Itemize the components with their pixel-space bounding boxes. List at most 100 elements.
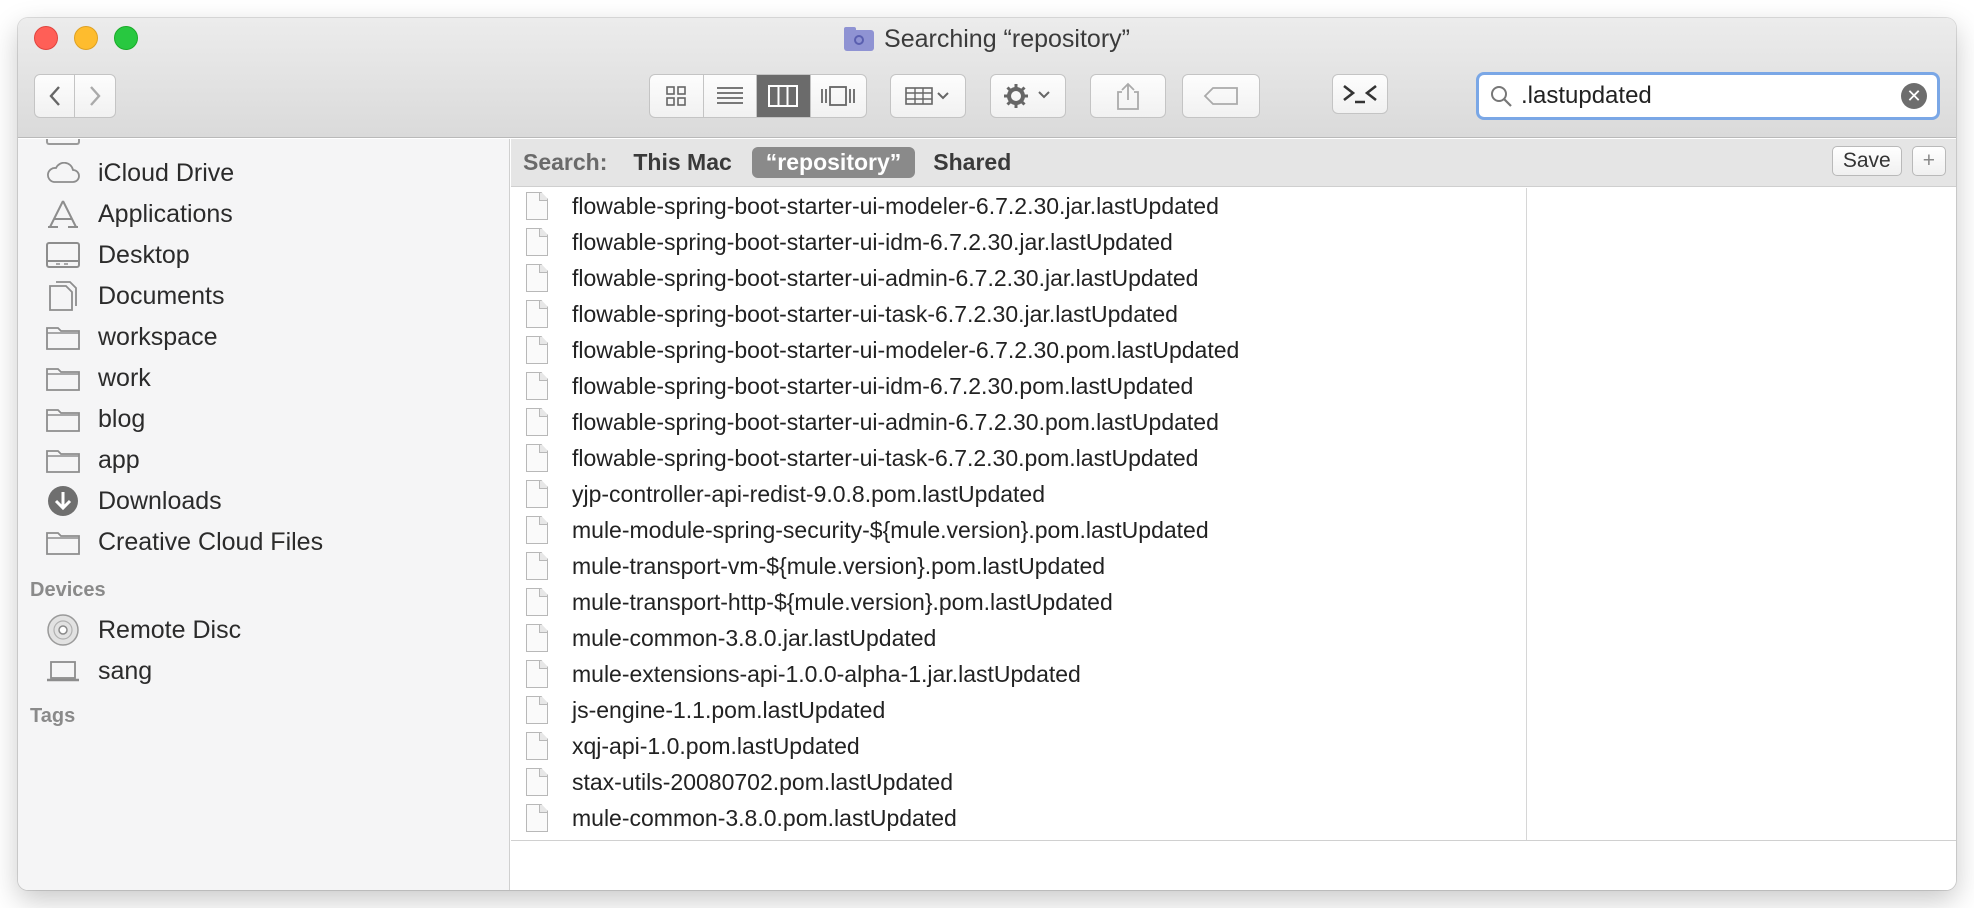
file-row[interactable]: mule-transport-http-${mule.version}.pom.… bbox=[511, 584, 1526, 620]
document-icon bbox=[526, 444, 548, 472]
document-icon bbox=[526, 480, 548, 508]
sidebar-item-label: Desktop bbox=[98, 240, 190, 269]
file-row[interactable]: flowable-spring-boot-starter-ui-admin-6.… bbox=[511, 404, 1526, 440]
file-row[interactable]: mule-common-3.8.0.pom.lastUpdated bbox=[511, 800, 1526, 836]
file-row[interactable]: flowable-spring-boot-starter-ui-task-6.7… bbox=[511, 440, 1526, 476]
add-criteria-button[interactable]: + bbox=[1911, 146, 1946, 176]
downloads-icon bbox=[46, 486, 80, 516]
disc-icon bbox=[46, 614, 80, 646]
arrange-button[interactable] bbox=[890, 74, 966, 118]
file-row[interactable]: flowable-spring-boot-starter-ui-idm-6.7.… bbox=[511, 368, 1526, 404]
chevron-right-icon bbox=[90, 86, 101, 106]
document-icon bbox=[526, 372, 548, 400]
file-name: flowable-spring-boot-starter-ui-admin-6.… bbox=[572, 408, 1219, 435]
folder-icon bbox=[46, 364, 80, 392]
window-title: Searching “repository” bbox=[884, 24, 1130, 53]
sidebar-item-label: work bbox=[98, 363, 151, 392]
list-view-button[interactable] bbox=[704, 75, 757, 117]
folder-icon bbox=[46, 446, 80, 474]
file-name: flowable-spring-boot-starter-ui-task-6.7… bbox=[572, 444, 1199, 471]
file-row[interactable]: flowable-spring-boot-starter-ui-admin-6.… bbox=[511, 260, 1526, 296]
file-name: flowable-spring-boot-starter-ui-modeler-… bbox=[572, 336, 1240, 363]
share-button[interactable] bbox=[1090, 74, 1166, 118]
document-icon bbox=[526, 624, 548, 652]
coverflow-view-button[interactable] bbox=[811, 75, 866, 117]
close-icon: ✕ bbox=[1906, 85, 1922, 106]
navigation-buttons bbox=[34, 74, 116, 118]
file-name: mule-common-3.8.0.jar.lastUpdated bbox=[572, 624, 937, 651]
search-icon bbox=[1491, 86, 1512, 107]
file-row[interactable]: xqj-api-1.0.pom.lastUpdated bbox=[511, 728, 1526, 764]
file-name: flowable-spring-boot-starter-ui-idm-6.7.… bbox=[572, 228, 1173, 255]
document-icon bbox=[526, 516, 548, 544]
document-icon bbox=[526, 732, 548, 760]
folder-icon bbox=[46, 139, 80, 145]
sidebar-item-documents[interactable]: Documents bbox=[18, 276, 509, 316]
clear-search-button[interactable]: ✕ bbox=[1901, 83, 1927, 109]
sidebar-item-remote-disc[interactable]: Remote Disc bbox=[18, 610, 509, 650]
sidebar-item-sang[interactable]: sang bbox=[18, 651, 509, 691]
sidebar-item-label: Applications bbox=[98, 199, 233, 228]
sidebar-item-work[interactable]: work bbox=[18, 358, 509, 398]
file-row[interactable]: flowable-spring-boot-starter-ui-modeler-… bbox=[511, 332, 1526, 368]
scope-this-mac[interactable]: This Mac bbox=[633, 149, 731, 176]
file-name: js-engine-1.1.pom.lastUpdated bbox=[572, 696, 886, 723]
action-button[interactable] bbox=[990, 74, 1066, 118]
save-search-button[interactable]: Save bbox=[1831, 146, 1902, 176]
tags-button[interactable] bbox=[1182, 74, 1260, 118]
document-icon bbox=[526, 336, 548, 364]
document-icon bbox=[526, 768, 548, 796]
open-terminal-button[interactable] bbox=[1332, 74, 1388, 114]
sidebar-item-app[interactable]: app bbox=[18, 440, 509, 480]
toolbar: Searching “repository” .lastupdated ✕ bbox=[18, 18, 1956, 138]
file-row[interactable]: mule-transport-vm-${mule.version}.pom.la… bbox=[511, 548, 1526, 584]
applications-icon bbox=[46, 200, 80, 228]
laptop-icon bbox=[46, 657, 80, 685]
folder-icon bbox=[46, 528, 80, 556]
document-icon bbox=[526, 804, 548, 832]
chevron-left-icon bbox=[48, 86, 60, 106]
icon-view-button[interactable] bbox=[650, 75, 704, 117]
file-name: flowable-spring-boot-starter-ui-task-6.7… bbox=[572, 300, 1178, 327]
devices-heading: Devices bbox=[30, 579, 106, 601]
terminal-icon bbox=[1343, 84, 1377, 104]
desktop-icon bbox=[46, 241, 80, 269]
sidebar-item-label: workspace bbox=[98, 322, 218, 351]
sidebar-item-blog[interactable]: blog bbox=[18, 399, 509, 439]
sidebar-item-icloud-drive[interactable]: iCloud Drive bbox=[18, 153, 509, 193]
sidebar-item-label: sang bbox=[98, 656, 153, 685]
view-mode-control bbox=[649, 74, 867, 118]
file-row[interactable]: mule-common-3.8.0.jar.lastUpdated bbox=[511, 620, 1526, 656]
file-name: mule-transport-http-${mule.version}.pom.… bbox=[572, 588, 1113, 615]
search-results-column: flowable-spring-boot-starter-ui-modeler-… bbox=[511, 188, 1527, 840]
forward-button[interactable] bbox=[75, 75, 115, 117]
file-row[interactable]: stax-utils-20080702.pom.lastUpdated bbox=[511, 764, 1526, 800]
file-row[interactable]: flowable-spring-boot-starter-ui-idm-6.7.… bbox=[511, 224, 1526, 260]
scope-repository[interactable]: “repository” bbox=[751, 147, 916, 178]
document-icon bbox=[526, 300, 548, 328]
file-row[interactable]: js-engine-1.1.pom.lastUpdated bbox=[511, 692, 1526, 728]
scope-shared[interactable]: Shared bbox=[933, 149, 1011, 176]
file-row[interactable]: flowable-spring-boot-starter-ui-task-6.7… bbox=[511, 296, 1526, 332]
window-title-area: Searching “repository” bbox=[18, 22, 1956, 56]
sidebar-item-desktop[interactable]: Desktop bbox=[18, 235, 509, 275]
search-input[interactable] bbox=[1513, 82, 1901, 110]
sidebar-item-applications[interactable]: Applications bbox=[18, 194, 509, 234]
path-bar bbox=[511, 840, 1956, 890]
tag-icon bbox=[1203, 87, 1238, 105]
document-icon bbox=[526, 264, 548, 292]
sidebar-item-workspace[interactable]: workspace bbox=[18, 317, 509, 357]
back-button[interactable] bbox=[35, 75, 76, 117]
file-row[interactable]: yjp-controller-api-redist-9.0.8.pom.last… bbox=[511, 476, 1526, 512]
sidebar-item-downloads[interactable]: Downloads bbox=[18, 481, 509, 521]
file-row[interactable]: mule-module-spring-security-${mule.versi… bbox=[511, 512, 1526, 548]
sidebar-item-creative-cloud-files[interactable]: Creative Cloud Files bbox=[18, 522, 509, 562]
file-row[interactable]: flowable-spring-boot-starter-ui-modeler-… bbox=[511, 188, 1526, 224]
file-name: mule-transport-vm-${mule.version}.pom.la… bbox=[572, 552, 1106, 579]
column-view-button[interactable] bbox=[757, 75, 811, 117]
search-field[interactable]: ✕ bbox=[1476, 72, 1940, 120]
file-row[interactable]: mule-extensions-api-1.0.0-alpha-1.jar.la… bbox=[511, 656, 1526, 692]
file-name: flowable-spring-boot-starter-ui-idm-6.7.… bbox=[572, 372, 1194, 399]
arrange-icon bbox=[905, 87, 949, 105]
document-icon bbox=[526, 660, 548, 688]
